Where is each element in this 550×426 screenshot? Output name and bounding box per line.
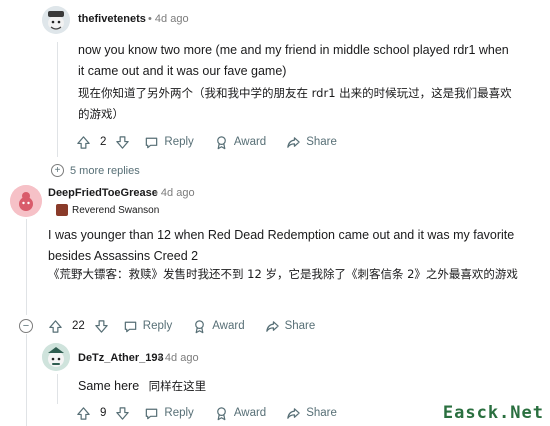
username[interactable]: DeTz_Ather_193 (78, 352, 164, 364)
downvote-icon[interactable] (115, 135, 130, 150)
upvote-icon[interactable] (48, 319, 63, 334)
share-icon (265, 320, 279, 332)
award-button[interactable]: Award (214, 135, 266, 150)
more-replies-link[interactable]: + 5 more replies (51, 164, 140, 177)
downvote-icon[interactable] (94, 319, 109, 334)
timestamp[interactable]: 4d ago (161, 187, 195, 199)
upvote-icon[interactable] (76, 135, 91, 150)
comment-text-en: now you know two more (me and my friend … (78, 43, 509, 78)
bullet: • (148, 13, 152, 25)
vote-count: 9 (100, 407, 107, 419)
thread-line-2[interactable] (26, 219, 27, 315)
watermark: Easck.Net (442, 403, 544, 423)
comment-text: Same here 同样在这里 (78, 376, 378, 397)
award-label: Award (212, 320, 245, 332)
award-label: Award (233, 136, 267, 148)
avatar-thefivetenets[interactable] (42, 6, 70, 34)
avatar-detz-ather-193[interactable] (42, 343, 70, 371)
comment-bubble-icon (146, 408, 158, 419)
comment-text-en: Same here (78, 379, 140, 393)
snoo-avatar-icon (42, 6, 70, 34)
comment-actions: 9 Reply Award Share (76, 402, 357, 424)
more-replies-label: 5 more replies (70, 164, 140, 177)
comment-meta: • 4d ago (158, 352, 199, 364)
avatar-deepfriedtoegrease[interactable] (10, 185, 42, 217)
comment-text-zh: 《荒野大镖客：救赎》发售时我还不到 12 岁，它是我除了《刺客信条 2》之外最喜… (48, 267, 518, 281)
reply-label: Reply (142, 320, 173, 332)
comment-meta: • 4d ago (148, 13, 189, 25)
reply-label: Reply (164, 407, 194, 419)
share-label: Share (306, 407, 337, 419)
timestamp[interactable]: 4d ago (165, 352, 199, 364)
vote-count: 2 (100, 136, 107, 148)
reply-button[interactable]: Reply (123, 319, 172, 334)
vote-group: 2 (76, 135, 130, 150)
award-icon (216, 135, 226, 149)
share-button[interactable]: Share (265, 319, 316, 334)
vote-group: 22 (48, 319, 109, 334)
comment-text-en: I was younger than 12 when Red Dead Rede… (48, 228, 515, 263)
flair-label: Reverend Swanson (72, 204, 160, 216)
collapse-thread-button[interactable]: − (19, 319, 33, 333)
timestamp[interactable]: 4d ago (155, 13, 189, 25)
award-button[interactable]: Award (214, 406, 266, 421)
upvote-icon[interactable] (76, 406, 91, 421)
award-icon (216, 406, 226, 420)
reply-button[interactable]: Reply (144, 135, 194, 150)
award-button[interactable]: Award (192, 319, 245, 334)
comment-text-zh: 现在你知道了另外两个（我和我中学的朋友在 rdr1 出来的时候玩过，这是我们最喜… (78, 86, 512, 121)
share-label: Share (284, 320, 316, 332)
share-icon (287, 407, 300, 419)
vote-group: 9 (76, 406, 130, 421)
thread-line-2-branch (26, 334, 27, 426)
username[interactable]: DeepFriedToeGrease (48, 187, 158, 199)
share-label: Share (306, 136, 337, 148)
reply-button[interactable]: Reply (144, 406, 194, 421)
comment-meta: • 4d ago (154, 187, 195, 199)
vote-count: 22 (72, 320, 85, 332)
snoo-avatar-icon (42, 343, 70, 371)
comment-actions: 2 Reply Award Share (76, 131, 357, 153)
downvote-icon[interactable] (115, 406, 130, 421)
comment-text-zh: 同样在这里 (148, 379, 207, 393)
thread-line-1[interactable] (57, 42, 58, 157)
comment-bubble-icon (146, 137, 158, 148)
user-flair: Reverend Swanson (56, 204, 159, 216)
flair-icon (56, 204, 68, 216)
bullet: • (154, 187, 158, 199)
award-icon (195, 319, 205, 333)
username[interactable]: thefivetenets (78, 13, 146, 25)
reply-label: Reply (164, 136, 194, 148)
share-button[interactable]: Share (286, 406, 337, 421)
snoo-avatar-icon (10, 185, 42, 217)
award-label: Award (233, 407, 267, 419)
bullet: • (158, 352, 162, 364)
share-icon (287, 136, 300, 148)
comment-actions: 22 Reply Award Share (48, 315, 335, 337)
thread-line-3[interactable] (57, 374, 58, 404)
expand-icon: + (51, 164, 64, 177)
comment-bubble-icon (124, 321, 137, 332)
share-button[interactable]: Share (286, 135, 337, 150)
